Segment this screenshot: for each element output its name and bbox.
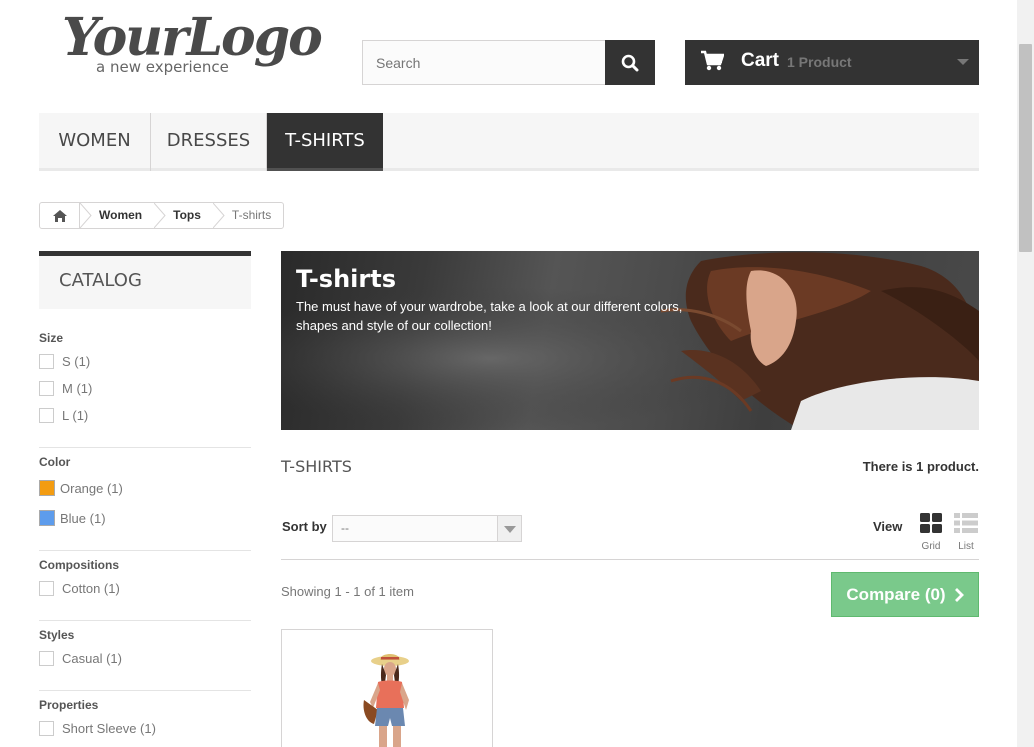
- filter-title-styles: Styles: [39, 628, 75, 642]
- list-view-button[interactable]: List: [952, 512, 980, 552]
- menu-item-dresses[interactable]: DRESSES: [151, 113, 267, 171]
- view-label: View: [873, 519, 903, 534]
- breadcrumb-label: Tops: [173, 208, 201, 222]
- breadcrumb-women[interactable]: Women: [80, 203, 154, 228]
- breadcrumb-separator-icon: [80, 203, 92, 228]
- filter-option-size-l[interactable]: L (1): [39, 408, 88, 423]
- breadcrumb-tops[interactable]: Tops: [154, 203, 213, 228]
- filter-divider: [39, 447, 251, 448]
- filter-title-compositions: Compositions: [39, 558, 119, 572]
- site-logo[interactable]: YourLogo a new experience: [60, 12, 323, 82]
- shopping-cart-icon: [701, 50, 724, 71]
- filter-option-casual[interactable]: Casual (1): [39, 651, 122, 666]
- sort-selected-value: --: [341, 521, 349, 535]
- color-swatch-blue[interactable]: [39, 510, 55, 526]
- sort-select[interactable]: --: [332, 515, 522, 542]
- banner-title: T-shirts: [296, 265, 396, 293]
- catalog-title: CATALOG: [39, 251, 251, 309]
- breadcrumb-separator-icon: [212, 203, 225, 228]
- main-menu: WOMEN DRESSES T-SHIRTS: [39, 113, 979, 171]
- breadcrumb-label: Women: [99, 208, 143, 222]
- filter-option-size-m[interactable]: M (1): [39, 381, 92, 396]
- search-button[interactable]: [605, 40, 655, 85]
- checkbox[interactable]: [39, 381, 54, 396]
- checkbox[interactable]: [39, 581, 54, 596]
- category-banner: T-shirts The must have of your wardrobe,…: [281, 251, 979, 430]
- product-counter: There is 1 product.: [862, 459, 979, 474]
- scrollbar-thumb[interactable]: [1019, 44, 1032, 252]
- filter-option-label: Orange (1): [60, 480, 123, 496]
- breadcrumb-current: T-shirts: [212, 203, 283, 228]
- filter-title-properties: Properties: [39, 698, 99, 712]
- compare-label: Compare (0): [846, 584, 946, 604]
- logo-main-text: YourLogo: [62, 7, 323, 68]
- search-icon: [621, 54, 639, 71]
- breadcrumb-label: T-shirts: [231, 208, 272, 222]
- search-input[interactable]: [362, 40, 606, 85]
- list-icon: [954, 513, 978, 533]
- sort-label: Sort by: [282, 519, 327, 534]
- chevron-right-icon: [954, 587, 964, 602]
- filter-option-label: M (1): [62, 381, 93, 396]
- filter-divider: [39, 690, 251, 691]
- filter-option-size-s[interactable]: S (1): [39, 354, 90, 369]
- checkbox[interactable]: [39, 354, 54, 369]
- product-image[interactable]: [282, 630, 493, 747]
- cart-count: 1 Product: [787, 54, 852, 70]
- breadcrumb: Women Tops T-shirts: [39, 202, 285, 229]
- filter-title-size: Size: [39, 331, 64, 345]
- breadcrumb-home[interactable]: [40, 203, 80, 228]
- showing-count: Showing 1 - 1 of 1 item: [281, 584, 414, 599]
- filter-option-label: Cotton (1): [62, 581, 120, 596]
- filter-option-label: L (1): [62, 408, 89, 423]
- compare-button[interactable]: Compare (0): [831, 572, 979, 617]
- grid-view-label: Grid: [921, 541, 941, 552]
- banner-description: The must have of your wardrobe, take a l…: [296, 299, 683, 333]
- cart-button[interactable]: Cart 1 Product: [685, 40, 979, 85]
- checkbox[interactable]: [39, 721, 54, 736]
- chevron-down-icon: [957, 59, 969, 65]
- filter-option-label: Short Sleeve (1): [62, 721, 156, 736]
- filter-divider: [39, 550, 251, 551]
- filter-option-short-sleeve[interactable]: Short Sleeve (1): [39, 721, 156, 736]
- home-icon: [52, 209, 67, 222]
- filter-option-label: Blue (1): [60, 510, 106, 526]
- logo-tagline: a new experience: [96, 58, 229, 76]
- checkbox[interactable]: [39, 651, 54, 666]
- filter-option-label: S (1): [62, 354, 91, 369]
- menu-item-women[interactable]: WOMEN: [39, 113, 151, 171]
- grid-icon: [920, 513, 942, 533]
- filter-divider: [39, 620, 251, 621]
- filter-option-color-orange[interactable]: Orange (1): [39, 480, 123, 496]
- cart-label: Cart: [741, 50, 780, 71]
- list-view-label: List: [958, 541, 974, 552]
- toolbar-divider: [281, 559, 979, 560]
- filter-option-cotton[interactable]: Cotton (1): [39, 581, 120, 596]
- grid-view-button[interactable]: Grid: [918, 512, 944, 552]
- chevron-down-icon: [497, 516, 521, 541]
- breadcrumb-separator-icon: [154, 203, 166, 228]
- product-card[interactable]: [281, 629, 493, 747]
- filter-option-label: Casual (1): [62, 651, 122, 666]
- color-swatch-orange[interactable]: [39, 480, 55, 496]
- category-name: T-SHIRTS: [281, 457, 352, 476]
- menu-item-tshirts[interactable]: T-SHIRTS: [267, 113, 383, 171]
- filter-title-color: Color: [39, 455, 71, 469]
- filter-option-color-blue[interactable]: Blue (1): [39, 510, 106, 526]
- checkbox[interactable]: [39, 408, 54, 423]
